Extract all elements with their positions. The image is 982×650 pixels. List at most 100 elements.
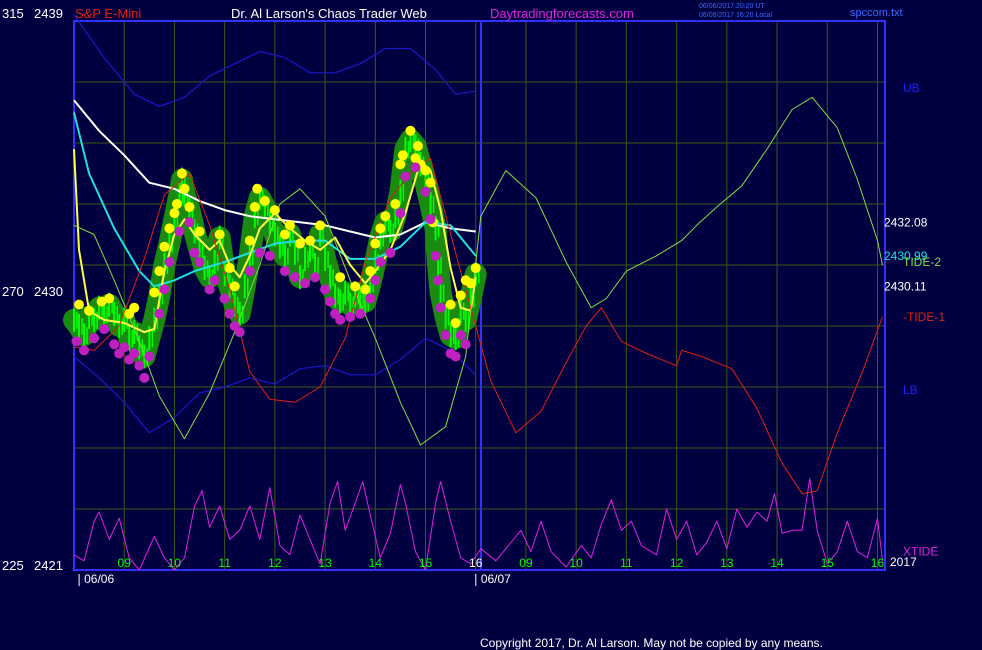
yellow-dot <box>397 150 408 161</box>
magenta-dot <box>154 308 165 319</box>
yellow-dot <box>184 202 195 213</box>
yellow-dot <box>159 241 170 252</box>
magenta-dot <box>109 339 120 350</box>
x-tick-label: 12 <box>670 556 684 570</box>
x-tick-label: 13 <box>318 556 332 570</box>
magenta-dot <box>335 314 346 325</box>
x-tick-label: 14 <box>369 556 383 570</box>
yellow-dot <box>129 302 140 313</box>
magenta-dot <box>194 256 205 267</box>
right-label: UB <box>903 81 920 95</box>
yellow-dot <box>315 220 326 231</box>
magenta-dot <box>189 247 200 258</box>
magenta-dot <box>420 186 431 197</box>
x-tick-label: 16 <box>469 556 483 570</box>
magenta-dot <box>279 266 290 277</box>
magenta-dot <box>129 348 140 359</box>
magenta-dot <box>395 208 406 219</box>
yellow-dot <box>229 281 240 292</box>
date-label: 06/06 <box>84 572 114 586</box>
symbol-title: S&P E-Mini <box>75 6 141 21</box>
magenta-dot <box>289 272 300 283</box>
magenta-dot <box>299 278 310 289</box>
yellow-dot <box>179 183 190 194</box>
magenta-dot <box>425 214 436 225</box>
yellow-dot <box>154 266 165 277</box>
x-tick-label: 09 <box>519 556 533 570</box>
left-axis-top-label: 315 <box>2 6 24 21</box>
yellow-dot <box>149 287 160 298</box>
site-url[interactable]: Daytradingforecasts.com <box>490 6 634 21</box>
magenta-dot <box>310 272 321 283</box>
yellow-dot <box>412 141 423 152</box>
right-label: 2432.08 <box>884 215 928 229</box>
price-axis-middle-label: 2430 <box>34 284 63 299</box>
magenta-dot <box>440 330 451 341</box>
magenta-dot <box>174 226 185 237</box>
yellow-dot <box>84 305 95 316</box>
yellow-dot <box>470 263 481 274</box>
yellow-dot <box>375 223 386 234</box>
yellow-dot <box>425 177 436 188</box>
magenta-dot <box>370 275 381 286</box>
x-tick-label: 11 <box>218 556 231 570</box>
x-tick-label: 10 <box>168 556 182 570</box>
price-axis-bottom-label: 2421 <box>34 558 63 573</box>
yellow-dot <box>194 226 205 237</box>
magenta-dot <box>450 351 461 362</box>
magenta-dot <box>400 171 411 182</box>
yellow-dot <box>252 183 263 194</box>
yellow-dot <box>176 168 187 179</box>
yellow-dot <box>350 281 361 292</box>
magenta-dot <box>209 275 220 286</box>
yellow-dot <box>214 229 225 240</box>
right-label: TIDE-2 <box>903 255 941 269</box>
x-tick-label: 09 <box>118 556 132 570</box>
yellow-dot <box>164 223 175 234</box>
x-tick-label: 16 <box>871 556 885 570</box>
magenta-dot <box>345 311 356 322</box>
left-axis-middle-label: 270 <box>2 284 24 299</box>
yellow-dot <box>284 220 295 231</box>
right-label: -TIDE-1 <box>903 310 945 324</box>
x-tick-label: 10 <box>569 556 583 570</box>
chart-canvas: UB2432.082430.99TIDE-22430.11-TIDE-1LBXT… <box>0 0 982 650</box>
magenta-dot <box>355 308 366 319</box>
magenta-dot <box>79 345 90 356</box>
magenta-dot <box>264 250 275 261</box>
x-tick-label: 12 <box>268 556 282 570</box>
x-tick-label: 14 <box>770 556 784 570</box>
magenta-dot <box>410 162 421 173</box>
magenta-dot <box>433 275 444 286</box>
magenta-dot <box>219 293 230 304</box>
yellow-dot <box>465 278 476 289</box>
magenta-dot <box>430 250 441 261</box>
yellow-dot <box>104 293 115 304</box>
magenta-dot <box>139 372 150 383</box>
left-axis-bottom-label: 225 <box>2 558 24 573</box>
yellow-dot <box>450 317 461 328</box>
magenta-dot <box>254 247 265 258</box>
yellow-dot <box>405 125 416 136</box>
magenta-dot <box>164 256 175 267</box>
magenta-dot <box>144 351 155 362</box>
magenta-dot <box>119 342 130 353</box>
magenta-dot <box>375 256 386 267</box>
magenta-dot <box>89 333 100 344</box>
magenta-dot <box>234 327 245 338</box>
magenta-dot <box>159 284 170 295</box>
magenta-dot <box>71 336 82 347</box>
yellow-dot <box>380 211 391 222</box>
yellow-dot <box>294 238 305 249</box>
x-tick-label: 15 <box>821 556 835 570</box>
magenta-dot <box>460 339 471 350</box>
yellow-dot <box>169 208 180 219</box>
yellow-dot <box>305 235 316 246</box>
site-title: Dr. Al Larson's Chaos Trader Web <box>231 6 427 21</box>
magenta-dot <box>134 360 145 371</box>
x-tick-label: 13 <box>720 556 734 570</box>
x-tick-label: 15 <box>419 556 433 570</box>
magenta-dot <box>385 247 396 258</box>
source-file: spccom.txt <box>850 7 903 19</box>
magenta-dot <box>435 302 446 313</box>
